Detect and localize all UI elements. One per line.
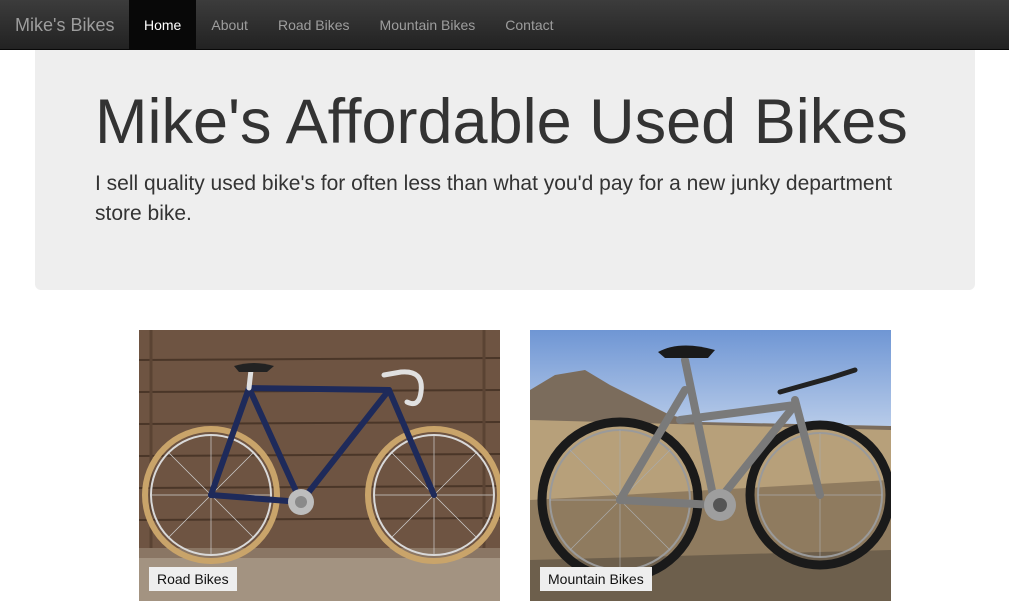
hero-lead-text: I sell quality used bike's for often les…	[95, 172, 893, 225]
nav-item-contact[interactable]: Contact	[490, 0, 568, 50]
road-bikes-caption: Road Bikes	[149, 567, 237, 591]
road-bike-photo	[139, 330, 500, 601]
mountain-bikes-thumbnail[interactable]: Mountain Bikes	[530, 330, 891, 601]
nav-item-mountain-bikes[interactable]: Mountain Bikes	[365, 0, 491, 50]
nav-menu: Home About Road Bikes Mountain Bikes Con…	[129, 0, 569, 50]
nav-item-home[interactable]: Home	[129, 0, 197, 50]
hero-jumbotron: Mike's Affordable Used Bikes I sell qual…	[35, 50, 975, 290]
brand-link[interactable]: Mike's Bikes	[15, 0, 114, 50]
page-title: Mike's Affordable Used Bikes	[95, 87, 908, 157]
nav-item-about[interactable]: About	[196, 0, 263, 50]
top-navbar: Mike's Bikes Home About Road Bikes Mount…	[0, 0, 1009, 50]
road-bikes-thumbnail[interactable]: Road Bikes	[139, 330, 500, 601]
mountain-bikes-caption: Mountain Bikes	[540, 567, 652, 591]
nav-item-road-bikes[interactable]: Road Bikes	[263, 0, 365, 50]
mountain-bike-photo	[530, 330, 891, 601]
